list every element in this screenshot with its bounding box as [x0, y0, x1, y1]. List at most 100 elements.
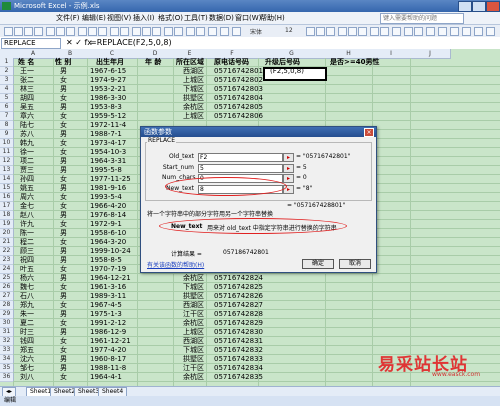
toolbar-button[interactable]	[208, 27, 217, 36]
toolbar-button[interactable]	[88, 27, 97, 36]
table-cell[interactable]: 男	[60, 364, 67, 373]
table-cell[interactable]: 05716742806	[214, 112, 263, 121]
toolbar-button[interactable]	[348, 27, 357, 36]
table-cell[interactable]: 余杭区	[183, 319, 204, 328]
table-cell[interactable]: 女	[60, 337, 67, 346]
table-cell[interactable]: 1991-2-12	[90, 319, 126, 328]
toolbar-button[interactable]	[462, 27, 471, 36]
table-cell[interactable]: 女	[60, 94, 67, 103]
toolbar-button[interactable]	[474, 27, 483, 36]
row-header[interactable]: 9	[0, 130, 14, 139]
table-cell[interactable]: 王一	[20, 67, 34, 76]
toolbar-button[interactable]	[220, 27, 229, 36]
table-cell[interactable]: 余杭区	[183, 103, 204, 112]
font-select[interactable]: 宋体	[250, 27, 262, 36]
row-header[interactable]: 24	[0, 265, 14, 274]
table-cell[interactable]: 江干区	[183, 310, 204, 319]
toolbar-button[interactable]	[370, 27, 379, 36]
table-cell[interactable]: 女	[60, 76, 67, 85]
table-cell[interactable]: 1967-6-15	[90, 67, 126, 76]
toolbar-button[interactable]	[132, 27, 141, 36]
row-header[interactable]: 31	[0, 328, 14, 337]
row-header[interactable]: 32	[0, 337, 14, 346]
table-cell[interactable]: 姚五	[20, 184, 34, 193]
table-cell[interactable]: 1977-4-20	[90, 346, 126, 355]
table-cell[interactable]: 女	[60, 319, 67, 328]
toolbar-button[interactable]	[358, 27, 367, 36]
table-cell[interactable]: 男	[60, 247, 67, 256]
table-cell[interactable]: 1964-12-21	[90, 274, 131, 283]
table-cell[interactable]: 1967-4-5	[90, 301, 122, 310]
table-cell[interactable]: 贾三	[20, 166, 34, 175]
table-cell[interactable]: 章六	[20, 112, 34, 121]
row-header[interactable]: 35	[0, 364, 14, 373]
table-cell[interactable]: 女	[60, 121, 67, 130]
toolbar-button[interactable]	[4, 27, 13, 36]
table-cell[interactable]: 女	[60, 346, 67, 355]
table-cell[interactable]: 05716742833	[214, 355, 263, 364]
toolbar-button[interactable]	[152, 27, 161, 36]
toolbar-button[interactable]	[392, 27, 401, 36]
menu-item[interactable]: 帮助(H)	[260, 13, 285, 23]
table-cell[interactable]: 下城区	[183, 85, 204, 94]
table-cell[interactable]: 男	[60, 130, 67, 139]
table-cell[interactable]: 1964-3-20	[90, 238, 126, 247]
toolbar-button[interactable]	[380, 27, 389, 36]
table-cell[interactable]: 女	[60, 301, 67, 310]
table-cell[interactable]: 1975-1-3	[90, 310, 122, 319]
toolbar-button[interactable]	[186, 27, 195, 36]
table-cell[interactable]: 男	[60, 67, 67, 76]
table-cell[interactable]: 1958-6-10	[90, 229, 126, 238]
table-cell[interactable]: 程二	[20, 238, 34, 247]
header-cell[interactable]: 姓 名	[18, 58, 34, 67]
column-header[interactable]: J	[410, 49, 451, 59]
table-cell[interactable]: 05716742826	[214, 292, 263, 301]
table-cell[interactable]: 孙四	[20, 175, 34, 184]
formula-input[interactable]: =REPLACE(F2,5,0,8)	[90, 37, 172, 48]
dialog-close-icon[interactable]: ×	[364, 128, 374, 137]
toolbar-button[interactable]	[232, 27, 241, 36]
table-cell[interactable]: 女	[60, 220, 67, 229]
help-search-input[interactable]: 键入需要帮助的问题	[380, 13, 464, 24]
row-header[interactable]: 34	[0, 355, 14, 364]
name-box[interactable]: REPLACE	[1, 38, 61, 49]
argument-input[interactable]: 5	[198, 163, 283, 173]
row-header[interactable]: 23	[0, 256, 14, 265]
table-cell[interactable]: 1954-10-3	[90, 148, 126, 157]
row-header[interactable]: 17	[0, 202, 14, 211]
table-cell[interactable]: 1981-9-16	[90, 184, 126, 193]
collapse-dialog-icon[interactable]: ▸	[283, 153, 294, 162]
menu-item[interactable]: 文件(F)	[56, 13, 80, 23]
table-cell[interactable]: 女	[60, 283, 67, 292]
toolbar-button[interactable]	[46, 27, 55, 36]
table-cell[interactable]: 女	[60, 112, 67, 121]
collapse-dialog-icon[interactable]: ▸	[283, 174, 294, 183]
font-size-select[interactable]: 12	[285, 27, 293, 34]
formula-buttons[interactable]: ✕ ✓ fx	[66, 38, 92, 47]
table-cell[interactable]: 1986-3-30	[90, 94, 126, 103]
table-cell[interactable]: 1966-4-20	[90, 202, 126, 211]
table-cell[interactable]: 1959-5-12	[90, 112, 126, 121]
table-cell[interactable]: 1986-12-9	[90, 328, 126, 337]
table-cell[interactable]: 女	[60, 265, 67, 274]
table-cell[interactable]: 杨六	[20, 274, 34, 283]
toolbar-button[interactable]	[34, 27, 43, 36]
table-cell[interactable]: 05716742802	[214, 76, 263, 85]
row-header[interactable]: 6	[0, 103, 14, 112]
table-cell[interactable]: 05716742831	[214, 337, 263, 346]
row-header[interactable]: 30	[0, 319, 14, 328]
table-cell[interactable]: 1961-3-16	[90, 283, 126, 292]
toolbar-button[interactable]	[414, 27, 423, 36]
table-cell[interactable]: 上城区	[183, 328, 204, 337]
table-cell[interactable]: 男	[60, 85, 67, 94]
toolbar-button[interactable]	[98, 27, 107, 36]
table-cell[interactable]: 苏八	[20, 130, 34, 139]
table-cell[interactable]: 1958-8-5	[90, 256, 122, 265]
toolbar-button[interactable]	[316, 27, 325, 36]
header-cell[interactable]: 出生年月	[96, 58, 124, 67]
table-cell[interactable]: 魏七	[20, 283, 34, 292]
table-cell[interactable]: 1977-11-25	[90, 175, 131, 184]
table-cell[interactable]: 05716742824	[214, 274, 263, 283]
table-cell[interactable]: 05716742805	[214, 103, 263, 112]
row-header[interactable]: 13	[0, 166, 14, 175]
